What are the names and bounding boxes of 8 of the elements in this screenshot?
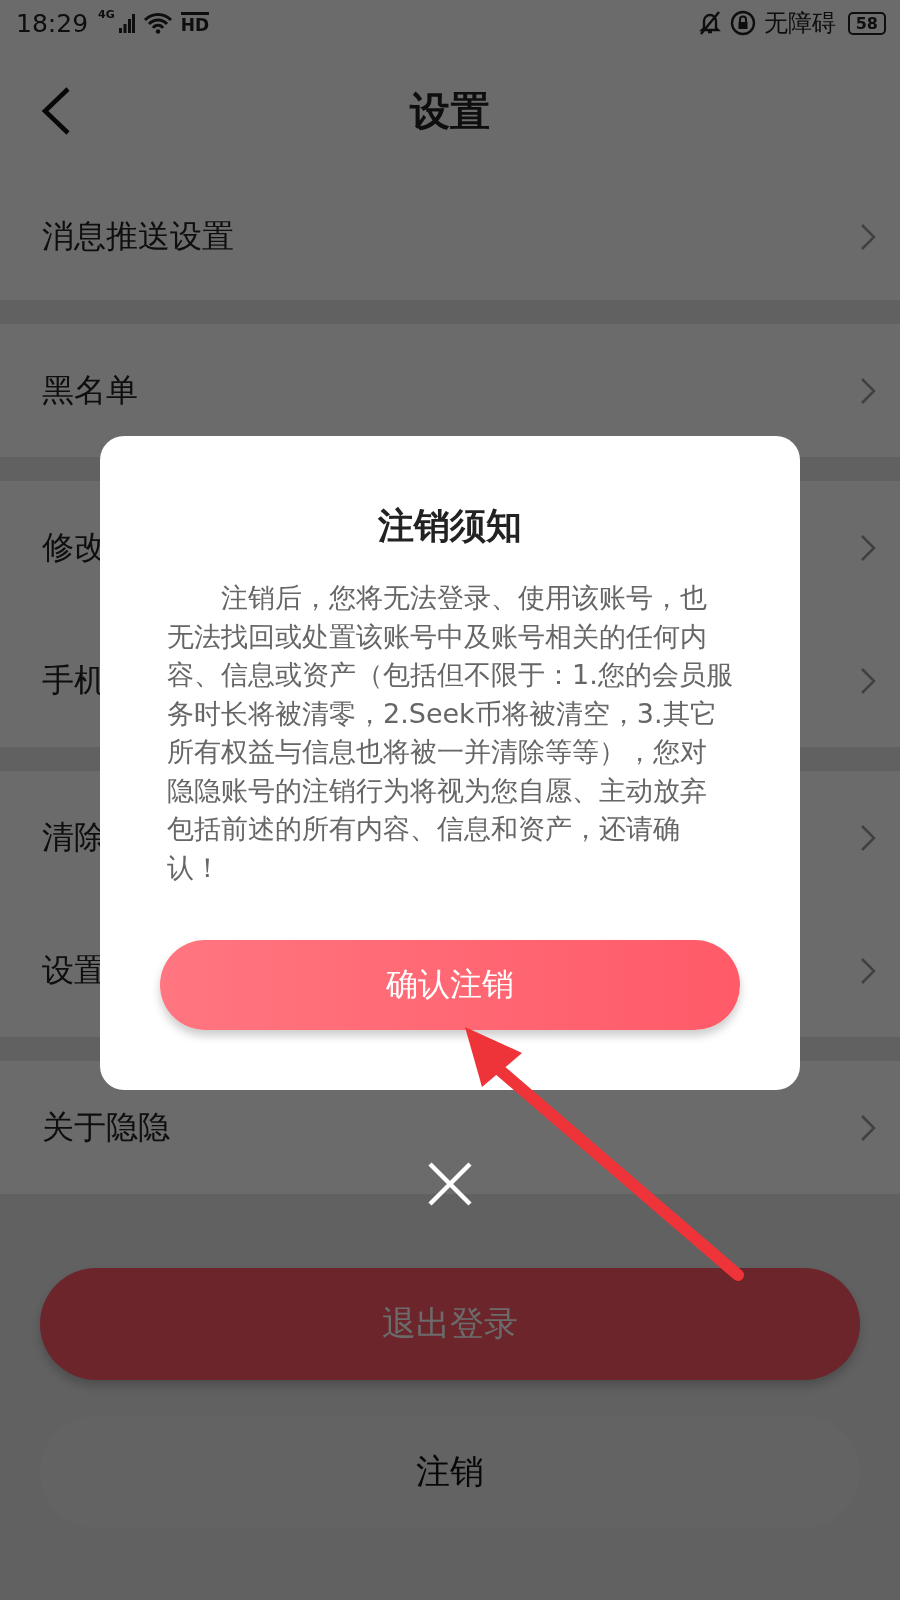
status-time: 18:29 <box>16 8 89 38</box>
dialog-title: 注销须知 <box>378 504 522 548</box>
accessibility-label: 无障碍 <box>763 8 836 39</box>
battery-indicator: 58 <box>847 11 886 35</box>
dialog-message: 注销后，您将无法登录、使用该账号，也无法找回或处置该账号中及账号相关的任何内容、信息或资产（包括但不限于：1.您的会员服务时长将被清零，2.Seek币将被清空，3.其它所有权益与信息也将被一并清除等等），您对隐隐账号的注销行为将视为您自愿、主动放弃包括前述的所有内容、信息和资产，还请确认！ <box>167 581 733 885</box>
network-type: 4G <box>98 8 115 21</box>
page-title: 设置 <box>410 86 490 136</box>
hd-indicator: HD <box>180 12 210 34</box>
